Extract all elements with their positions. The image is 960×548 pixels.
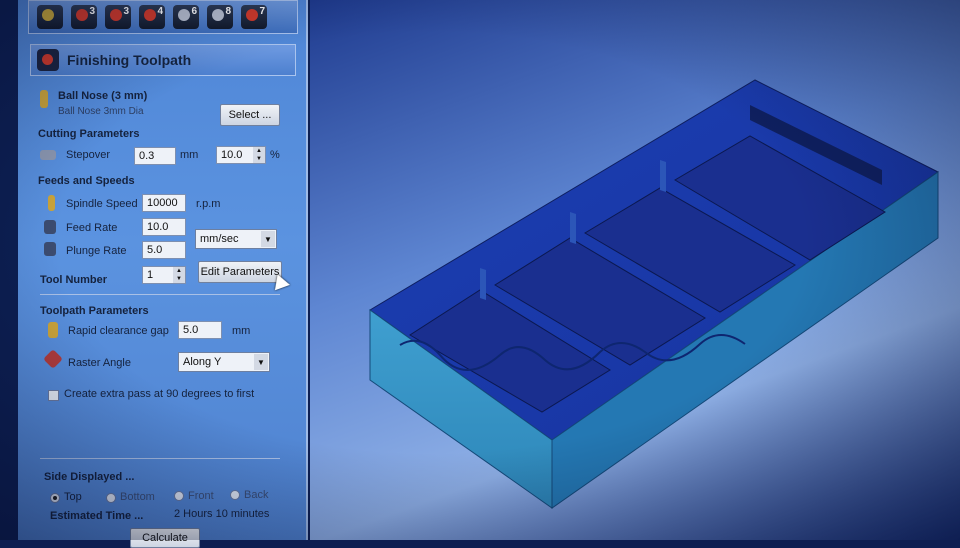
side-radio-back[interactable] — [230, 490, 240, 500]
toolbar-button-7[interactable]: 7 — [241, 5, 267, 29]
toolbar-button-2[interactable]: 3 — [71, 5, 97, 29]
side-option-bottom: Bottom — [120, 491, 155, 503]
tool-number-value: 1 — [147, 269, 154, 281]
toolpath-parameters-heading: Toolpath Parameters — [40, 305, 149, 317]
side-option-top: Top — [64, 491, 82, 503]
plunge-rate-label: Plunge Rate — [66, 245, 127, 257]
section-divider — [40, 458, 280, 459]
spindle-speed-label: Spindle Speed — [66, 198, 138, 210]
machined-block-preview — [369, 79, 939, 509]
edit-parameters-button[interactable]: Edit Parameters — [198, 261, 282, 283]
finishing-toolpath-icon — [37, 49, 59, 71]
stepover-unit: mm — [180, 149, 199, 161]
page-title: Finishing Toolpath — [67, 52, 192, 68]
section-divider — [40, 294, 280, 295]
spindle-speed-unit: r.p.m — [196, 198, 221, 210]
estimated-time-value: 2 Hours 10 minutes — [174, 508, 270, 520]
toolbar-button-3[interactable]: 3 — [105, 5, 131, 29]
estimated-time-label: Estimated Time ... — [50, 510, 144, 522]
select-tool-button[interactable]: Select ... — [220, 104, 280, 126]
stepover-percent-spinner[interactable]: ▲ ▼ — [253, 147, 265, 163]
rapid-clearance-label: Rapid clearance gap — [68, 325, 169, 337]
spindle-speed-input[interactable]: 10000 — [142, 194, 186, 212]
rate-unit-value: mm/sec — [200, 233, 239, 245]
drill-icon — [178, 9, 190, 21]
toolpath-panel: 3 3 4 6 8 7 Finishing Toolpath Ball Nose (3 m… — [18, 0, 308, 548]
cutting-parameters-heading: Cutting Parameters — [38, 128, 140, 140]
percent-unit: % — [270, 149, 280, 161]
plunge-rate-icon — [44, 242, 56, 256]
rapid-clearance-icon — [48, 322, 58, 338]
raster-angle-icon — [43, 349, 63, 369]
rapid-clearance-input[interactable]: 5.0 — [178, 321, 222, 339]
rapid-clearance-unit: mm — [232, 325, 251, 337]
chevron-down-icon: ▼ — [254, 354, 268, 370]
chevron-down-icon: ▼ — [261, 231, 275, 247]
stepover-input[interactable]: 0.3 — [134, 147, 176, 165]
3d-viewport[interactable] — [310, 0, 960, 540]
side-radio-bottom[interactable] — [106, 493, 116, 503]
toolbar-button-number: 3 — [123, 6, 129, 17]
extra-pass-checkbox[interactable] — [48, 390, 59, 401]
toolbar-button-4[interactable]: 4 — [139, 5, 165, 29]
feed-rate-input[interactable]: 10.0 — [142, 218, 186, 236]
raster-angle-value: Along Y — [183, 356, 222, 368]
calculate-button[interactable]: Calculate — [130, 528, 200, 548]
tool-number-label: Tool Number — [40, 274, 108, 286]
rate-unit-select[interactable]: mm/sec ▼ — [195, 229, 277, 249]
drill-icon — [246, 9, 258, 21]
panel-header: Finishing Toolpath — [30, 44, 296, 76]
toolpath-toolbar: 3 3 4 6 8 7 — [28, 0, 298, 34]
toolbar-button-1[interactable] — [37, 5, 63, 29]
extra-pass-label: Create extra pass at 90 degrees to first — [64, 388, 255, 400]
tool-name: Ball Nose (3 mm) — [58, 90, 148, 102]
toolbar-button-number: 6 — [191, 6, 197, 17]
feeds-speeds-heading: Feeds and Speeds — [38, 175, 135, 187]
red-drill-icon — [76, 9, 88, 21]
side-radio-top[interactable] — [50, 493, 60, 503]
tool-number-spinner[interactable]: ▲ ▼ — [173, 267, 185, 283]
tool-description: Ball Nose 3mm Dia — [58, 106, 144, 117]
toolbar-button-number: 8 — [225, 6, 231, 17]
side-displayed-heading: Side Displayed ... — [44, 471, 135, 483]
feed-rate-icon — [44, 220, 56, 234]
spindle-icon — [48, 195, 55, 211]
red-drill-icon — [144, 9, 156, 21]
stepover-percent-input[interactable]: 10.0 ▲ ▼ — [216, 146, 266, 164]
toolbar-button-5[interactable]: 6 — [173, 5, 199, 29]
toolbar-button-number: 4 — [157, 6, 163, 17]
raster-angle-label: Raster Angle — [68, 357, 131, 369]
red-drill-icon — [110, 9, 122, 21]
feed-rate-label: Feed Rate — [66, 222, 118, 234]
plunge-rate-input[interactable]: 5.0 — [142, 241, 186, 259]
stepover-label: Stepover — [66, 149, 111, 161]
ball-nose-tool-icon — [40, 90, 48, 108]
drill-icon — [212, 9, 224, 21]
tool-number-input[interactable]: 1 ▲ ▼ — [142, 266, 186, 284]
side-option-front: Front — [188, 490, 214, 502]
stepover-percent-value: 10.0 — [221, 149, 243, 161]
toolbar-button-number: 3 — [89, 6, 95, 17]
toolbar-button-number: 7 — [259, 6, 265, 17]
toolbar-button-6[interactable]: 8 — [207, 5, 233, 29]
ruler-icon — [42, 9, 54, 21]
stepover-icon — [40, 150, 56, 160]
side-radio-front[interactable] — [174, 491, 184, 501]
raster-angle-select[interactable]: Along Y ▼ — [178, 352, 270, 372]
side-option-back: Back — [244, 489, 269, 501]
